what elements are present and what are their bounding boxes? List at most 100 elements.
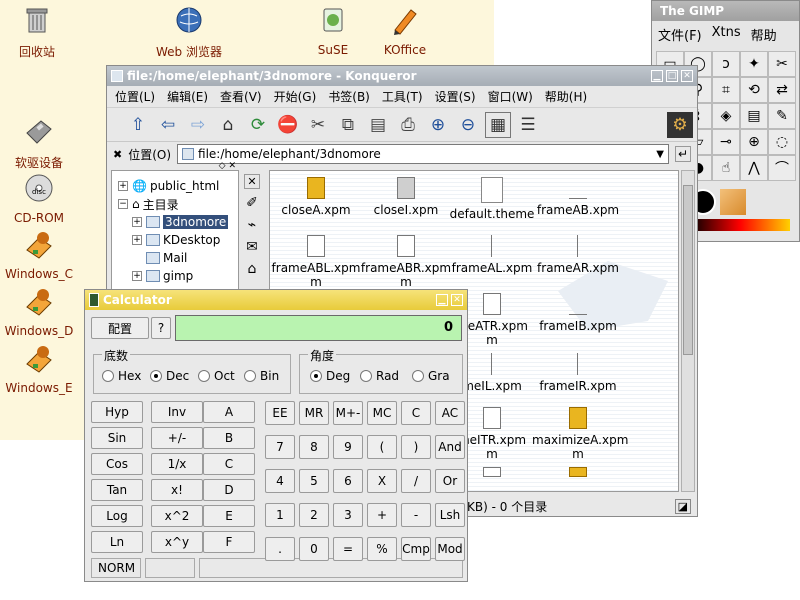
desktop-icon-floppy[interactable]: 软驱设备 — [0, 115, 84, 171]
blend-tool-icon[interactable]: ▤ — [740, 103, 768, 129]
calc-key-9[interactable]: 9 — [333, 435, 363, 459]
calc-key-tan[interactable]: Tan — [91, 479, 143, 501]
path-tool-icon[interactable]: ⌒ — [768, 155, 796, 181]
calc-key--[interactable]: +/- — [151, 427, 203, 449]
minimize-icon[interactable]: ▁ — [436, 294, 448, 306]
desktop-icon-web-browser[interactable]: Web 浏览器 — [144, 4, 234, 60]
flip-tool-icon[interactable]: ⇄ — [768, 77, 796, 103]
calc-key-hyp[interactable]: Hyp — [91, 401, 143, 423]
clone-tool-icon[interactable]: ⊕ — [740, 129, 768, 155]
config-button[interactable]: 配置 — [91, 317, 149, 339]
tree-item[interactable]: + 🌐 public_html — [118, 177, 238, 195]
file-item[interactable]: frameABL.xpm m — [270, 235, 362, 289]
calc-key-f[interactable]: F — [203, 531, 255, 553]
tree-item[interactable]: Mail — [118, 249, 238, 267]
file-item[interactable]: frameABR.xpm m — [360, 235, 452, 289]
calc-key-and[interactable]: And — [435, 435, 465, 459]
file-item[interactable]: frameIR.xpm — [532, 353, 624, 393]
zoom-out-icon[interactable]: ⊖ — [455, 112, 481, 138]
gradient-preview[interactable] — [690, 219, 790, 231]
konqueror-title-bar[interactable]: file:/home/elephant/3dnomore - Konqueror… — [107, 66, 697, 86]
scissors-tool-icon[interactable]: ✂ — [768, 51, 796, 77]
calc-key--[interactable]: % — [367, 537, 397, 561]
calc-key-1[interactable]: 1 — [265, 503, 295, 527]
icon-view-icon[interactable]: ▦ — [485, 111, 511, 138]
scrollbar-thumb[interactable] — [683, 185, 693, 355]
calc-key-6[interactable]: 6 — [333, 469, 363, 493]
file-item-partial[interactable] — [532, 467, 624, 481]
radio-deg[interactable]: Deg — [310, 369, 350, 383]
calc-key-cmp[interactable]: Cmp — [401, 537, 431, 561]
sidebar-history-icon[interactable]: ⌁ — [248, 217, 256, 233]
file-item[interactable]: default.theme — [446, 177, 538, 221]
calc-key-a[interactable]: A — [203, 401, 255, 423]
calc-key-inv[interactable]: Inv — [151, 401, 203, 423]
cut-icon[interactable]: ✂ — [305, 112, 331, 138]
menu-view[interactable]: 查看(V) — [220, 88, 262, 105]
calc-key--[interactable]: = — [333, 537, 363, 561]
desktop-icon-cdrom[interactable]: disc CD-ROM — [0, 172, 84, 225]
calc-key-log[interactable]: Log — [91, 505, 143, 527]
magic-wand-tool-icon[interactable]: ✦ — [740, 51, 768, 77]
file-item[interactable]: frameIB.xpm — [532, 293, 624, 333]
gimp-menu-help[interactable]: 帮助 — [751, 25, 777, 44]
calc-key-x-[interactable]: x! — [151, 479, 203, 501]
tree-item[interactable]: + KDesktop — [118, 231, 238, 249]
reload-icon[interactable]: ⟳ — [245, 112, 271, 138]
crop-tool-icon[interactable]: ⌗ — [712, 77, 740, 103]
desktop-icon-koffice[interactable]: KOffice — [360, 4, 450, 57]
tree-item[interactable]: + gimp — [118, 267, 238, 285]
menu-settings[interactable]: 设置(S) — [435, 88, 476, 105]
up-arrow-icon[interactable]: ⇧ — [125, 112, 151, 138]
menu-tools[interactable]: 工具(T) — [382, 88, 423, 105]
calculator-title-bar[interactable]: Calculator ▁ ✕ — [85, 290, 467, 310]
copy-icon[interactable]: ⧉ — [335, 112, 361, 138]
calc-key-ac[interactable]: AC — [435, 401, 465, 425]
calc-key-7[interactable]: 7 — [265, 435, 295, 459]
calc-key-or[interactable]: Or — [435, 469, 465, 493]
konqueror-window-icon[interactable] — [111, 70, 123, 82]
go-icon[interactable]: ↵ — [674, 146, 691, 162]
smudge-tool-icon[interactable]: ☝ — [712, 155, 740, 181]
calc-key-sin[interactable]: Sin — [91, 427, 143, 449]
resize-grip-icon[interactable]: ◪ — [674, 498, 691, 514]
file-view-scrollbar[interactable] — [681, 170, 695, 492]
gimp-menu-file[interactable]: 文件(F) — [658, 25, 702, 44]
gimp-title-bar[interactable]: The GIMP — [652, 1, 799, 21]
desktop-icon-windows-e[interactable]: Windows_E — [0, 342, 84, 395]
home-icon[interactable]: ⌂ — [215, 112, 241, 138]
maximize-icon[interactable]: □ — [666, 70, 678, 82]
forward-arrow-icon[interactable]: ⇨ — [185, 112, 211, 138]
file-item[interactable]: frameAL.xpm — [446, 235, 538, 275]
calc-key-4[interactable]: 4 — [265, 469, 295, 493]
calc-key-1-x[interactable]: 1/x — [151, 453, 203, 475]
sidebar-home-icon[interactable]: ⌂ — [248, 261, 257, 277]
menu-help[interactable]: 帮助(H) — [545, 88, 587, 105]
transform-tool-icon[interactable]: ⟲ — [740, 77, 768, 103]
calc-key--[interactable]: + — [367, 503, 397, 527]
pattern-preview-icon[interactable] — [720, 189, 746, 215]
calc-key-mr[interactable]: MR — [299, 401, 329, 425]
calc-key-ln[interactable]: Ln — [91, 531, 143, 553]
menu-bookmarks[interactable]: 书签(B) — [328, 88, 370, 105]
sidebar-bookmark-icon[interactable]: ✐ — [246, 195, 258, 211]
close-icon[interactable]: ✕ — [681, 70, 693, 82]
calc-key-x-y[interactable]: x^y — [151, 531, 203, 553]
calc-key-2[interactable]: 2 — [299, 503, 329, 527]
menu-go[interactable]: 开始(G) — [274, 88, 317, 105]
file-item[interactable]: closeI.xpm — [360, 177, 452, 217]
calc-key-m-[interactable]: M+- — [333, 401, 363, 425]
desktop-icon-trash[interactable]: 回收站 — [0, 4, 82, 60]
help-button[interactable]: ? — [151, 317, 171, 339]
konqueror-gear-icon[interactable]: ⚙ — [667, 111, 693, 138]
tree-close-icon[interactable]: ◇ ✕ — [219, 161, 236, 171]
back-arrow-icon[interactable]: ⇦ — [155, 112, 181, 138]
radio-oct[interactable]: Oct — [198, 369, 235, 383]
calc-key-x[interactable]: X — [367, 469, 397, 493]
calc-key--[interactable]: . — [265, 537, 295, 561]
calc-key--[interactable]: - — [401, 503, 431, 527]
calc-key-e[interactable]: E — [203, 505, 255, 527]
calc-key-x-2[interactable]: x^2 — [151, 505, 203, 527]
calc-key-mc[interactable]: MC — [367, 401, 397, 425]
calc-key-0[interactable]: 0 — [299, 537, 329, 561]
